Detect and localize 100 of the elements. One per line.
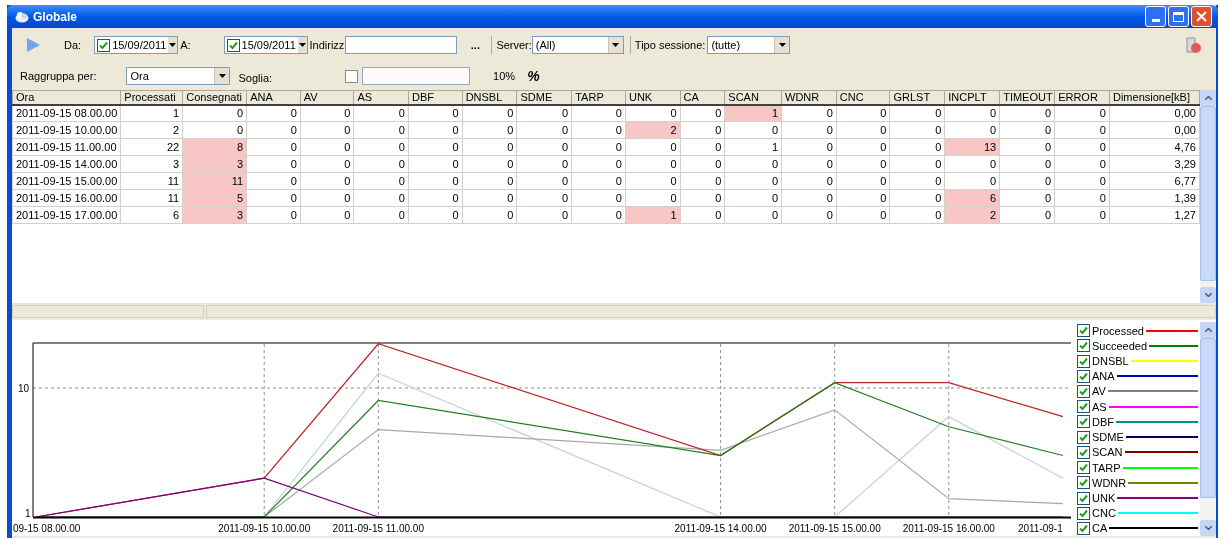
checkbox[interactable] <box>226 38 240 52</box>
browse-button[interactable]: ... <box>465 36 486 54</box>
table-cell: 0 <box>999 172 1055 190</box>
checkbox[interactable] <box>1077 400 1090 414</box>
table-cell: 11 <box>120 172 183 190</box>
server-label: Server: <box>496 37 532 53</box>
table-cell: 0 <box>944 121 1000 139</box>
column-header[interactable]: TIMEOUT <box>999 90 1055 105</box>
column-header[interactable]: CNC <box>836 90 890 105</box>
table-cell: 1,39 <box>1109 189 1200 207</box>
threshold-label: Soglia: <box>238 70 273 86</box>
scroll-thumb[interactable] <box>1200 106 1216 281</box>
from-label: Da: <box>64 37 82 53</box>
scrollbar[interactable] <box>1200 90 1216 303</box>
minimize-button[interactable] <box>1145 6 1166 27</box>
session-type-dropdown[interactable]: (tutte) <box>707 36 791 54</box>
server-dropdown[interactable]: (All) <box>531 36 624 54</box>
table-cell: 0 <box>680 121 725 139</box>
table-cell: 0 <box>781 172 837 190</box>
table-cell: 0 <box>999 104 1055 122</box>
document-alert-icon[interactable] <box>1186 36 1202 54</box>
table-cell: 0 <box>781 189 837 207</box>
column-header[interactable]: WDNR <box>781 90 837 105</box>
table-cell: 4,76 <box>1109 138 1200 156</box>
date-picker[interactable]: 15/09/2011 <box>94 36 179 54</box>
table-cell: 0 <box>408 138 463 156</box>
y-tick-label: 10 <box>18 383 30 394</box>
column-header[interactable]: AS <box>353 90 409 105</box>
x-tick-label: 2011-09-1 <box>1017 523 1063 534</box>
checkbox[interactable] <box>1077 324 1090 338</box>
session-type-label: Tipo sessione: <box>634 37 706 53</box>
threshold-field[interactable] <box>362 67 471 85</box>
table-cell: 0 <box>1054 104 1110 122</box>
table-cell: 0 <box>836 104 890 122</box>
table-cell: 0 <box>353 155 409 173</box>
checkbox[interactable] <box>1077 415 1090 429</box>
close-button[interactable] <box>1191 6 1212 27</box>
table-cell: 0 <box>353 121 409 139</box>
table-cell: 0 <box>300 155 354 173</box>
table-cell: 0 <box>890 138 945 156</box>
checkbox[interactable] <box>1077 354 1090 368</box>
checkbox[interactable] <box>1077 445 1090 459</box>
table-cell: 0 <box>890 155 945 173</box>
checkbox[interactable] <box>1077 430 1090 444</box>
scroll-up-button[interactable] <box>1200 90 1216 106</box>
table-cell: 3 <box>120 155 183 173</box>
column-header[interactable]: CA <box>680 90 725 105</box>
checkbox[interactable] <box>345 69 359 83</box>
table-cell: 0 <box>246 138 301 156</box>
scroll-thumb[interactable] <box>1200 338 1216 498</box>
address-field[interactable] <box>345 36 458 54</box>
checkbox[interactable] <box>1077 385 1090 398</box>
table-cell: 0 <box>999 206 1055 224</box>
legend-label: TARP <box>1092 461 1121 474</box>
dropdown-arrow-icon <box>298 43 306 47</box>
checkbox[interactable] <box>1077 506 1090 520</box>
table-cell: 0 <box>999 155 1055 173</box>
table-cell: 0 <box>625 104 681 122</box>
table-cell: 0 <box>246 121 301 139</box>
scrollbar[interactable] <box>1200 322 1216 536</box>
table-cell: 0 <box>890 206 945 224</box>
column-header[interactable]: SCAN <box>724 90 782 105</box>
scroll-down-button[interactable] <box>1200 287 1216 303</box>
column-header[interactable]: GRLST <box>890 90 945 105</box>
column-header[interactable]: Ora <box>12 90 121 105</box>
checkbox[interactable] <box>1077 339 1090 353</box>
table-cell: 0 <box>516 138 572 156</box>
checkbox[interactable] <box>1077 461 1090 475</box>
check-icon <box>228 40 238 50</box>
scroll-down-button[interactable] <box>1200 520 1216 536</box>
table-cell: 0 <box>182 121 247 139</box>
column-header[interactable]: TARP <box>571 90 626 105</box>
scroll-up-button[interactable] <box>1200 322 1216 338</box>
percent-button[interactable]: % <box>527 65 540 87</box>
table-cell: 2011-09-15 08.00.00 <box>12 104 121 122</box>
table-cell: 0 <box>836 155 890 173</box>
group-by-dropdown[interactable]: Ora <box>126 67 231 85</box>
column-header[interactable]: DBF <box>408 90 463 105</box>
column-header[interactable]: UNK <box>625 90 681 105</box>
table-cell: 0 <box>724 172 782 190</box>
column-header[interactable]: SDME <box>516 90 572 105</box>
table-cell: 2011-09-15 10.00.00 <box>12 121 121 139</box>
maximize-button[interactable] <box>1168 6 1189 27</box>
x-tick-label: 2011-09-15 11.00.00 <box>332 523 424 534</box>
column-header[interactable]: DNSBL <box>462 90 517 105</box>
checkbox[interactable] <box>1077 521 1090 535</box>
column-header[interactable]: ANA <box>246 90 301 105</box>
column-header[interactable]: Processati <box>120 90 183 105</box>
legend-label: DNSBL <box>1092 355 1129 368</box>
column-header[interactable]: ERROR <box>1054 90 1110 105</box>
column-header[interactable]: AV <box>300 90 354 105</box>
checkbox[interactable] <box>1077 476 1090 490</box>
table-cell: 0,00 <box>1109 121 1200 139</box>
checkbox[interactable] <box>1077 369 1090 383</box>
table-cell: 0 <box>571 121 626 139</box>
checkbox[interactable] <box>1077 491 1090 505</box>
dropdown-arrow-icon <box>169 43 177 47</box>
column-header[interactable]: INCPLT <box>944 90 1000 105</box>
date-picker[interactable]: 15/09/2011 <box>223 36 308 54</box>
checkbox[interactable] <box>97 38 111 52</box>
